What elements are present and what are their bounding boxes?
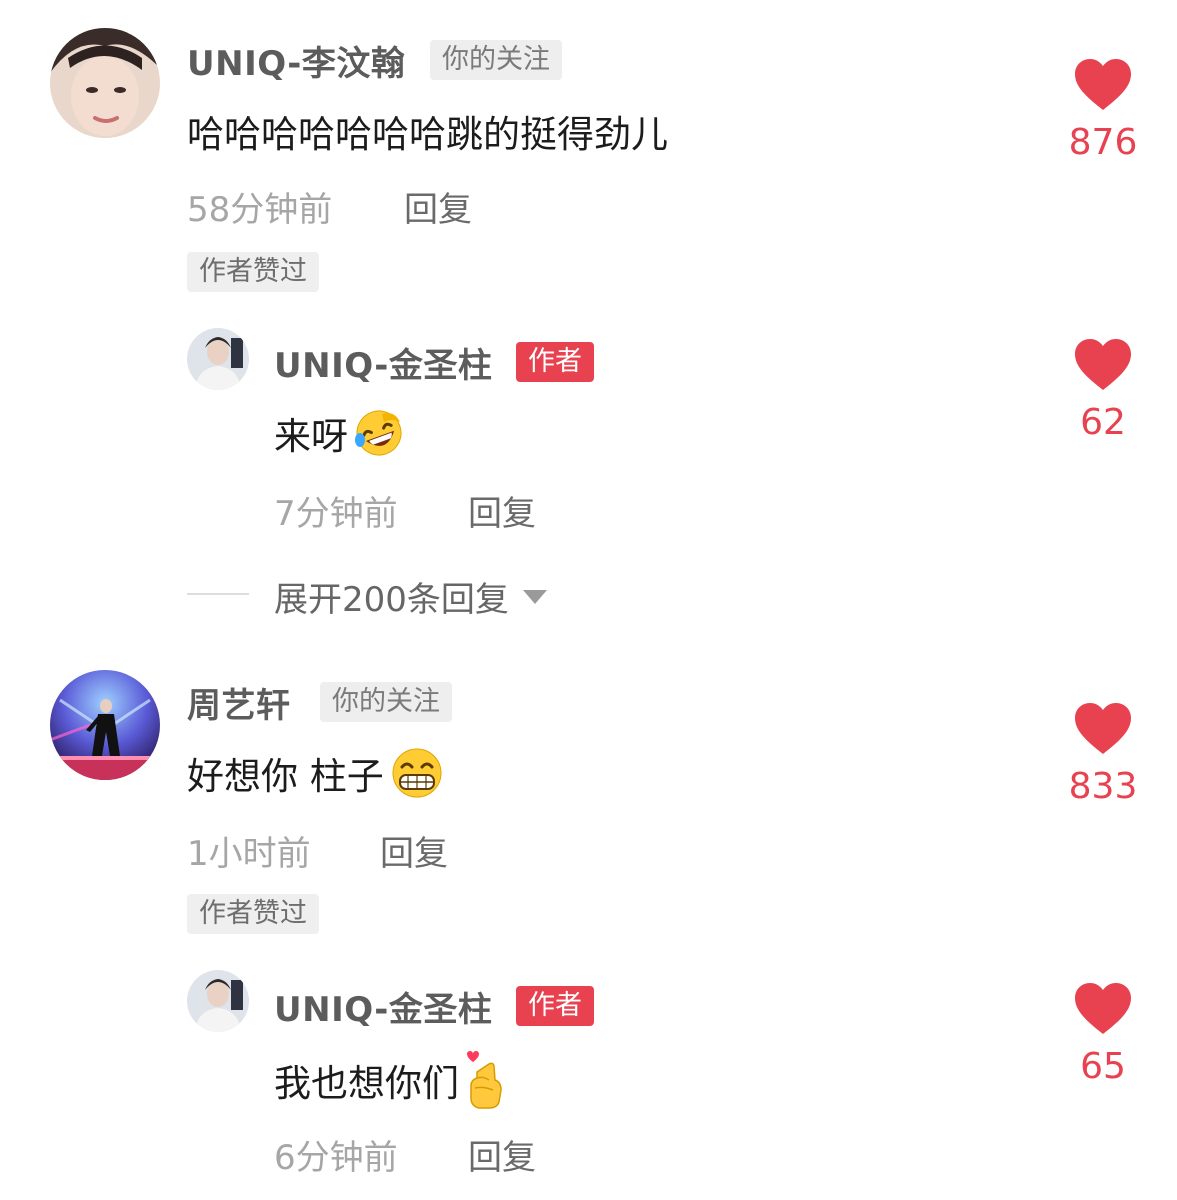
reply-button[interactable]: 回复 [468, 486, 536, 535]
follow-tag: 你的关注 [430, 40, 562, 80]
comment-time: 1小时前 [187, 834, 311, 874]
reply-text: 来呀 [274, 406, 406, 460]
follow-tag: 你的关注 [320, 682, 452, 722]
expand-replies-label: 展开200条回复 [274, 580, 509, 620]
author-tag: 作者 [516, 342, 594, 382]
reply-text-body: 来呀 [274, 415, 348, 458]
avatar[interactable] [50, 28, 160, 138]
comment-username[interactable]: UNIQ-李汶翰 [187, 36, 405, 85]
reply-button[interactable]: 回复 [468, 1130, 536, 1179]
expand-replies-button[interactable]: 展开200条回复 [274, 572, 547, 621]
comment-time: 58分钟前 [187, 190, 333, 230]
like-count: 876 [1068, 122, 1138, 163]
reply-avatar[interactable] [187, 328, 249, 390]
comment-text: 好想你 柱子 [187, 746, 446, 800]
avatar-photo [50, 670, 160, 780]
heart-icon [1075, 59, 1131, 110]
like-count: 62 [1080, 402, 1126, 443]
author-liked-tag: 作者赞过 [187, 252, 319, 292]
author-liked-tag: 作者赞过 [187, 894, 319, 934]
reply-username[interactable]: UNIQ-金圣柱 [274, 982, 492, 1031]
rofl-emoji [355, 410, 402, 456]
avatar-photo [187, 328, 249, 390]
like-count: 65 [1080, 1046, 1126, 1087]
caret-down-icon [522, 589, 547, 604]
like-button[interactable]: 876 [1043, 58, 1163, 163]
avatar-photo [50, 28, 160, 138]
expand-divider [187, 593, 249, 595]
heart-icon [1075, 983, 1131, 1034]
comment-username[interactable]: 周艺轩 [187, 678, 291, 727]
grin-emoji [392, 748, 442, 798]
reply-text: 我也想你们 [274, 1050, 507, 1110]
heart-icon [1075, 339, 1131, 390]
reply-text-body: 我也想你们 [274, 1062, 459, 1105]
like-button[interactable]: 65 [1043, 982, 1163, 1087]
reply-time: 6分钟前 [274, 1138, 398, 1178]
comment-text-body: 哈哈哈哈哈哈哈跳的挺得劲儿 [187, 113, 668, 156]
avatar-photo [187, 970, 249, 1032]
reply-button[interactable]: 回复 [380, 826, 448, 875]
reply-username[interactable]: UNIQ-金圣柱 [274, 338, 492, 387]
like-button[interactable]: 833 [1043, 702, 1163, 807]
comment-text-body: 好想你 柱子 [187, 755, 384, 798]
like-button[interactable]: 62 [1043, 338, 1163, 443]
heart-icon [1075, 703, 1131, 754]
comment-text: 哈哈哈哈哈哈哈跳的挺得劲儿 [187, 104, 668, 158]
like-count: 833 [1068, 766, 1138, 807]
finger-heart-emoji [467, 1051, 502, 1109]
avatar[interactable] [50, 670, 160, 780]
reply-time: 7分钟前 [274, 494, 398, 534]
reply-button[interactable]: 回复 [404, 182, 472, 231]
author-tag: 作者 [516, 986, 594, 1026]
reply-avatar[interactable] [187, 970, 249, 1032]
